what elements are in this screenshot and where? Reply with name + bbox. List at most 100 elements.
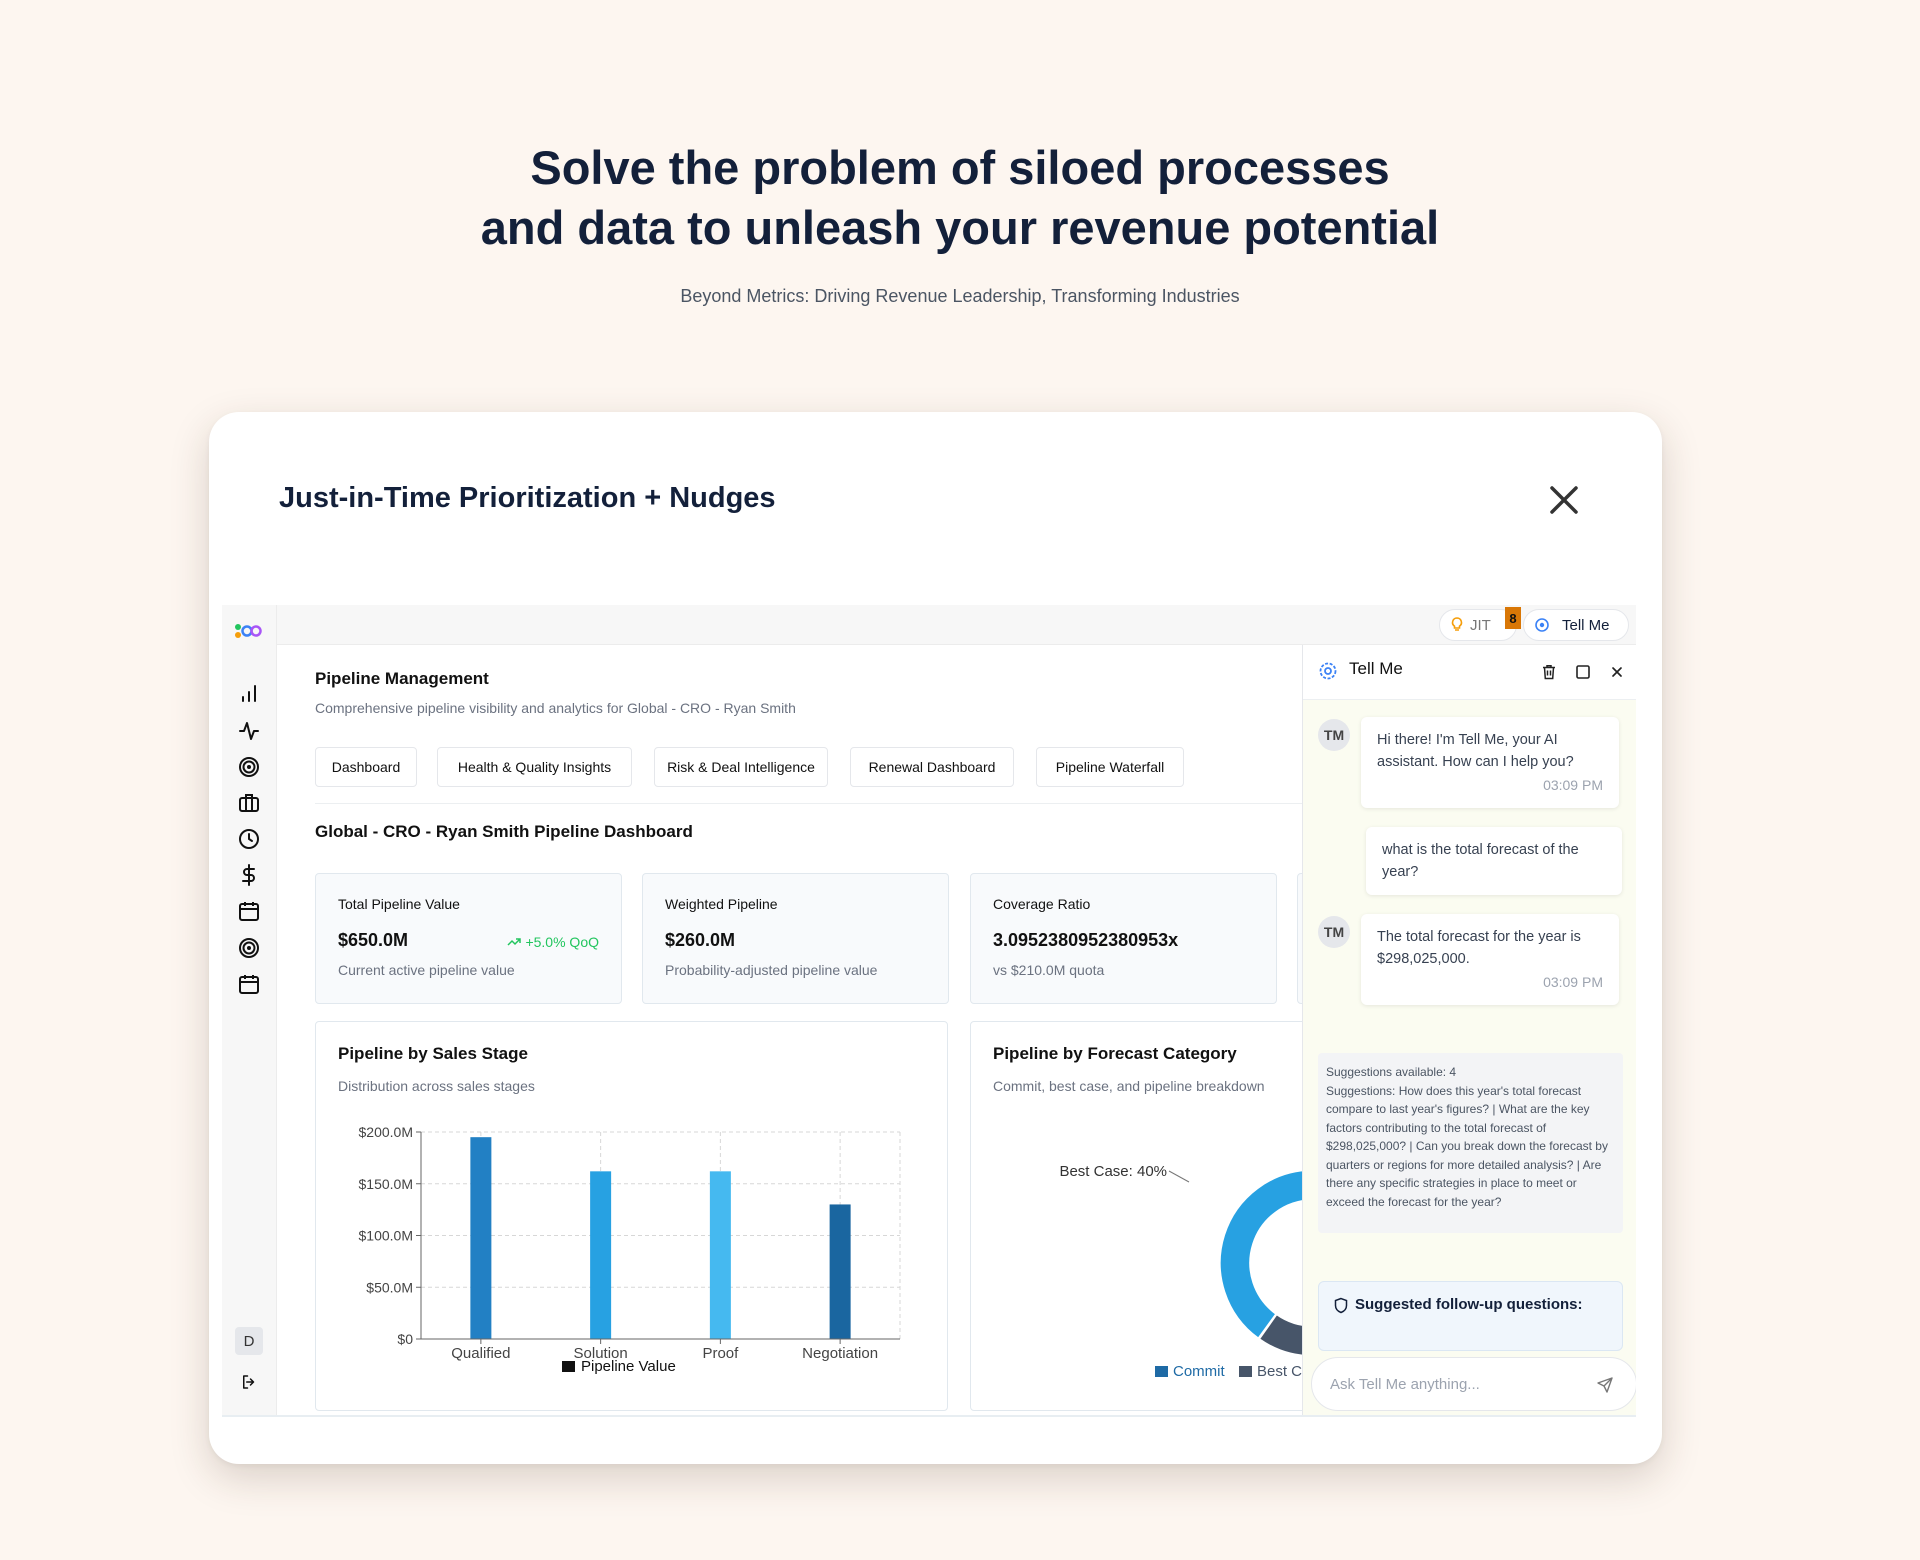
legend-label: Pipeline Value [581,1358,676,1375]
modal-card: Just-in-Time Prioritization + Nudges D J… [209,412,1662,1464]
panel-subtitle: Commit, best case, and pipeline breakdow… [993,1078,1265,1094]
kpi-trend: +5.0% QoQ [507,934,599,950]
x-tick-label: Proof [702,1345,739,1362]
forecast-donut-chart: Best Case: 40%Commit Best Ca [1059,1163,1356,1380]
chat-input[interactable]: Ask Tell Me anything... [1311,1357,1636,1411]
message-text: Hi there! I'm Tell Me, your AI assistant… [1377,732,1574,770]
bar [590,1171,612,1339]
kpi-value: 3.0952380952380953x [993,930,1179,950]
hero-title: Solve the problem of siloed processes an… [0,138,1920,258]
chat-input-placeholder: Ask Tell Me anything... [1330,1375,1480,1393]
donut-slice [1219,1169,1313,1340]
trending-up-icon [507,938,522,946]
close-icon[interactable] [1608,663,1626,681]
calendar-icon[interactable] [237,972,261,996]
assistant-avatar: TM [1318,916,1350,948]
y-tick-label: $200.0M [359,1124,413,1140]
follow-up-title: Suggested follow-up questions: [1355,1296,1583,1313]
tab-health-quality[interactable]: Health & Quality Insights [437,747,632,787]
slice-label: Best Case: 40% [1059,1163,1167,1180]
x-tick-label: Negotiation [802,1345,878,1362]
hero-title-line1: Solve the problem of siloed processes [530,141,1390,194]
suggestions-count: Suggestions available: 4 [1326,1065,1457,1079]
assistant-message: Hi there! I'm Tell Me, your AI assistant… [1361,717,1619,808]
forecast-chart-panel: Pipeline by Forecast Category Commit, be… [970,1021,1357,1411]
modal-title: Just-in-Time Prioritization + Nudges [279,482,776,514]
logout-icon[interactable] [240,1373,258,1391]
user-avatar[interactable]: D [235,1327,263,1355]
kpi-desc: vs $210.0M quota [993,962,1105,978]
y-tick-label: $100.0M [359,1228,413,1244]
page-title: Pipeline Management [315,669,489,688]
chat-title: Tell Me [1349,659,1403,678]
y-tick-label: $0 [397,1331,413,1347]
follow-up-box: Suggested follow-up questions: [1318,1281,1623,1351]
bar-chart-icon[interactable] [237,681,261,705]
stage-bar-chart: $0$50.0M$100.0M$150.0M$200.0MQualified So… [359,1124,901,1375]
kpi-value: $650.0M [338,930,409,950]
dashboard-title: Global - CRO - Ryan Smith Pipeline Dashb… [315,822,693,841]
bot-settings-icon [1319,662,1337,680]
close-icon[interactable] [1544,480,1584,520]
bar [470,1137,492,1339]
message-time: 03:09 PM [1543,777,1603,793]
tab-pipeline-waterfall[interactable]: Pipeline Waterfall [1036,747,1184,787]
bar [709,1171,731,1339]
suggestions-text: Suggestions: How does this year's total … [1326,1083,1608,1209]
hero-title-line2: and data to unleash your revenue potenti… [480,201,1440,254]
assistant-message: The total forecast for the year is $298,… [1361,914,1619,1005]
tab-dashboard[interactable]: Dashboard [315,747,417,787]
maximize-icon[interactable] [1574,663,1592,681]
kpi-label: Weighted Pipeline [665,896,778,912]
suggestions-box: Suggestions available: 4 Suggestions: Ho… [1318,1053,1623,1233]
kpi-card: Coverage Ratio 3.0952380952380953x vs $2… [970,873,1277,1004]
hero-subtitle: Beyond Metrics: Driving Revenue Leadersh… [680,286,1240,306]
stage-chart-panel: Pipeline by Sales Stage Distribution acr… [315,1021,948,1411]
message-text: The total forecast for the year is $298,… [1377,929,1581,967]
lightbulb-icon [1451,617,1463,631]
bar [829,1204,851,1339]
kpi-card: Total Pipeline Value $650.0M +5.0% QoQ C… [315,873,622,1004]
calendar-icon[interactable] [237,899,261,923]
message-text: what is the total forecast of the year? [1382,842,1579,880]
tab-risk-deal[interactable]: Risk & Deal Intelligence [654,747,828,787]
dollar-icon[interactable] [237,863,261,887]
target-icon[interactable] [237,755,261,779]
tell-me-chat-panel: Tell Me TM Hi there! I'm Tell Me, your A… [1302,645,1636,1415]
legend-swatch [1155,1366,1168,1377]
briefcase-icon[interactable] [237,791,261,815]
assistant-avatar: TM [1318,719,1350,751]
legend-label: Commit [1173,1363,1225,1380]
kpi-label: Coverage Ratio [993,896,1091,912]
activity-icon[interactable] [237,719,261,743]
kpi-desc: Current active pipeline value [338,962,515,978]
panel-subtitle: Distribution across sales stages [338,1078,535,1094]
logo-icon[interactable] [232,621,264,641]
target-icon[interactable] [237,936,261,960]
tell-me-label: Tell Me [1562,616,1610,634]
kpi-trend-label: +5.0% QoQ [525,934,599,950]
tab-divider [315,803,1355,804]
panel-title: Pipeline by Forecast Category [993,1044,1237,1063]
app-screenshot: D JIT Tell Me 8 Pipeline Management Comp… [222,605,1636,1417]
send-icon[interactable] [1596,1376,1614,1394]
tab-renewal[interactable]: Renewal Dashboard [850,747,1014,787]
page-subtitle: Comprehensive pipeline visibility and an… [315,700,796,716]
trash-icon[interactable] [1540,663,1558,681]
user-message: what is the total forecast of the year? [1366,827,1622,895]
tell-me-button[interactable]: Tell Me [1523,609,1629,641]
label-leader [1168,1170,1190,1183]
y-tick-label: $50.0M [366,1279,413,1295]
kpi-label: Total Pipeline Value [338,896,460,912]
ai-icon [1535,618,1549,632]
legend-swatch [1239,1366,1252,1377]
message-time: 03:09 PM [1543,974,1603,990]
chat-header: Tell Me [1303,645,1636,700]
kpi-desc: Probability-adjusted pipeline value [665,962,878,978]
kpi-card: Weighted Pipeline $260.0M Probability-ad… [642,873,949,1004]
jit-label: JIT [1470,616,1491,634]
clock-icon[interactable] [237,827,261,851]
kpi-value: $260.0M [665,930,736,950]
legend-swatch [562,1361,575,1372]
y-tick-label: $150.0M [359,1176,413,1192]
